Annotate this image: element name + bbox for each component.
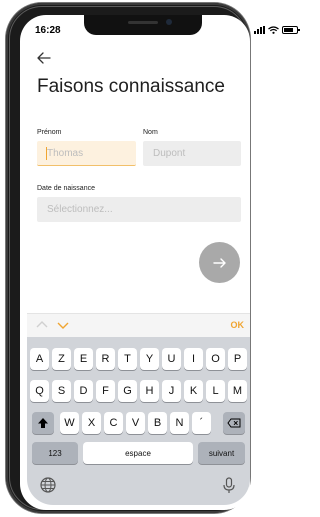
first-name-label: Prénom bbox=[37, 129, 62, 136]
shift-key[interactable] bbox=[32, 412, 54, 434]
key-r2-8[interactable]: L bbox=[206, 380, 225, 402]
key-r1-5[interactable]: Y bbox=[140, 348, 159, 370]
device-notch bbox=[84, 15, 202, 35]
key-r3-4[interactable]: B bbox=[148, 412, 167, 434]
key-r2-9[interactable]: M bbox=[228, 380, 247, 402]
last-name-label: Nom bbox=[143, 129, 158, 136]
key-r1-3[interactable]: R bbox=[96, 348, 115, 370]
key-r2-4[interactable]: G bbox=[118, 380, 137, 402]
key-r3-0[interactable]: W bbox=[60, 412, 79, 434]
key-r1-1[interactable]: Z bbox=[52, 348, 71, 370]
last-name-field[interactable] bbox=[143, 141, 241, 166]
backspace-icon bbox=[227, 418, 241, 428]
key-r3-3[interactable]: V bbox=[126, 412, 145, 434]
key-r3-2[interactable]: C bbox=[104, 412, 123, 434]
key-r1-0[interactable]: A bbox=[30, 348, 49, 370]
key-r3-6[interactable]: ´ bbox=[192, 412, 211, 434]
key-r2-6[interactable]: J bbox=[162, 380, 181, 402]
delete-key[interactable] bbox=[223, 412, 245, 434]
battery-icon bbox=[282, 26, 300, 34]
birth-date-field[interactable] bbox=[37, 197, 241, 222]
return-key[interactable]: suivant bbox=[198, 442, 245, 464]
key-r1-8[interactable]: O bbox=[206, 348, 225, 370]
done-button[interactable]: OK bbox=[231, 320, 245, 330]
cellular-signal-icon bbox=[254, 26, 265, 34]
arrow-right-icon bbox=[212, 257, 226, 268]
speaker-grille bbox=[128, 21, 158, 24]
keyboard: AZERTYUIOP QSDFGHJKLM W X C V B N ´ 123 espace… bbox=[27, 337, 250, 505]
globe-icon[interactable] bbox=[39, 476, 57, 494]
key-r2-5[interactable]: H bbox=[140, 380, 159, 402]
space-key[interactable]: espace bbox=[83, 442, 193, 464]
shift-icon bbox=[38, 418, 48, 428]
page-title: Faisons connaissance bbox=[37, 76, 225, 97]
key-r1-9[interactable]: P bbox=[228, 348, 247, 370]
status-time: 16:28 bbox=[35, 25, 61, 36]
key-r3-1[interactable]: X bbox=[82, 412, 101, 434]
key-r3-5[interactable]: N bbox=[170, 412, 189, 434]
front-camera bbox=[166, 19, 172, 25]
microphone-icon[interactable] bbox=[220, 476, 238, 494]
text-caret bbox=[46, 147, 47, 160]
chevron-up-icon[interactable] bbox=[35, 319, 49, 331]
key-r1-6[interactable]: U bbox=[162, 348, 181, 370]
key-r1-2[interactable]: E bbox=[74, 348, 93, 370]
keyboard-accessory-bar: OK bbox=[27, 313, 250, 338]
key-r2-7[interactable]: K bbox=[184, 380, 203, 402]
last-name-input[interactable] bbox=[143, 141, 241, 166]
next-button[interactable] bbox=[199, 242, 240, 283]
key-r1-7[interactable]: I bbox=[184, 348, 203, 370]
chevron-down-icon[interactable] bbox=[56, 319, 70, 331]
first-name-field[interactable] bbox=[37, 141, 136, 166]
key-r1-4[interactable]: T bbox=[118, 348, 137, 370]
birth-date-label: Date de naissance bbox=[37, 185, 95, 192]
key-r2-1[interactable]: S bbox=[52, 380, 71, 402]
status-icons bbox=[254, 25, 300, 35]
back-arrow-icon[interactable] bbox=[36, 50, 52, 66]
key-r2-0[interactable]: Q bbox=[30, 380, 49, 402]
birth-date-select[interactable] bbox=[37, 197, 241, 222]
first-name-input[interactable] bbox=[37, 141, 136, 165]
numbers-key[interactable]: 123 bbox=[32, 442, 78, 464]
key-r2-3[interactable]: F bbox=[96, 380, 115, 402]
key-r2-2[interactable]: D bbox=[74, 380, 93, 402]
wifi-icon bbox=[268, 26, 279, 34]
